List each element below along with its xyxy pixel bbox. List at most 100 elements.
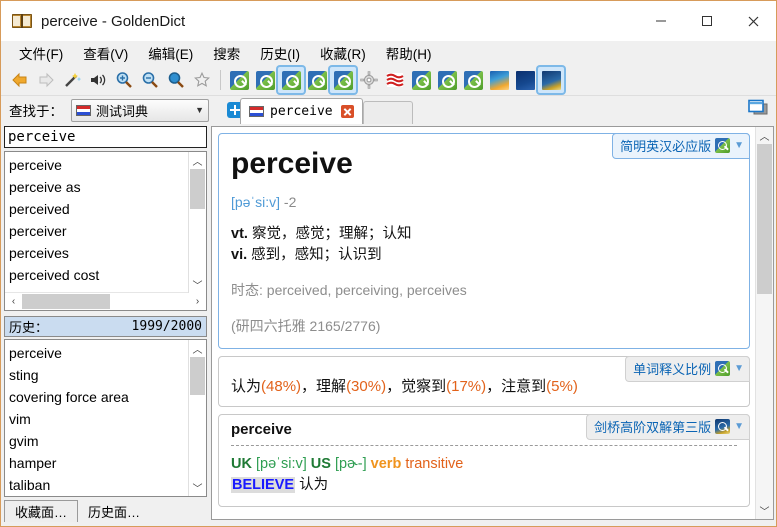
left-panel: perceive perceive perceive as perceived …	[1, 124, 210, 522]
book-cover-icon-1[interactable]	[486, 67, 512, 93]
dictionary-group-icon-7[interactable]	[434, 67, 460, 93]
phonetic-text: [pəˈsi:v]	[231, 193, 281, 210]
scroll-left-icon[interactable]: ‹	[5, 296, 22, 307]
history-scrollbar-vertical[interactable]: ︿ ﹀	[188, 339, 206, 496]
menu-file[interactable]: 文件(F)	[9, 41, 73, 65]
list-item[interactable]: perceived cost	[9, 264, 206, 286]
scrollbar-track[interactable]	[190, 394, 205, 479]
chevron-down-icon[interactable]: ▼	[734, 421, 744, 432]
chevron-down-icon[interactable]: ▼	[734, 140, 744, 151]
list-item[interactable]: covering force area	[9, 386, 206, 408]
maximize-button[interactable]	[684, 1, 730, 41]
scroll-down-icon[interactable]: ﹀	[193, 479, 203, 496]
scrollbar-thumb[interactable]	[190, 356, 205, 395]
word-list-scrollbar-horizontal[interactable]: ‹ ›	[5, 291, 206, 310]
article-scrollbar-vertical[interactable]: ︿ ﹀	[755, 127, 773, 519]
tab-strip: perceive	[240, 96, 413, 124]
list-item[interactable]: perceiver	[9, 220, 206, 242]
dictionary-group-icon-5[interactable]	[330, 67, 356, 93]
dictionary-group-icon-8[interactable]	[460, 67, 486, 93]
list-item[interactable]: taliban	[9, 474, 206, 496]
word-list[interactable]: perceive perceive as perceived perceiver…	[5, 152, 206, 291]
wave-icon[interactable]	[382, 67, 408, 93]
scroll-up-icon[interactable]: ︿	[193, 340, 203, 357]
book-cover-icon-2[interactable]	[512, 67, 538, 93]
tab-close-icon[interactable]	[340, 105, 354, 118]
scroll-right-icon[interactable]: ›	[189, 296, 206, 307]
menu-help[interactable]: 帮助(H)	[376, 41, 442, 65]
dictionary-group-icon-2[interactable]	[252, 67, 278, 93]
dictionary-name-badge[interactable]: 单词释义比例 ▼	[625, 355, 750, 382]
history-panel: perceive sting covering force area vim g…	[4, 338, 207, 497]
zoom-reset-icon[interactable]	[163, 67, 189, 93]
speaker-icon[interactable]	[85, 67, 111, 93]
list-item[interactable]: perceived	[9, 198, 206, 220]
dictionary-group-icon-4[interactable]	[304, 67, 330, 93]
list-item[interactable]: sting	[9, 364, 206, 386]
scroll-up-icon[interactable]: ︿	[193, 152, 203, 169]
scrollbar-thumb[interactable]	[190, 169, 205, 210]
article-content: 简明英汉必应版 ▼ perceive [pəˈsi:v] -2 vt. 察觉，感…	[212, 127, 756, 519]
menu-view[interactable]: 查看(V)	[73, 41, 138, 65]
history-list[interactable]: perceive sting covering force area vim g…	[5, 340, 206, 496]
minimize-button[interactable]	[638, 1, 684, 41]
zoom-in-icon[interactable]	[111, 67, 137, 93]
star-icon[interactable]	[189, 67, 215, 93]
forward-arrow-icon	[33, 67, 59, 93]
word-list-scrollbar-vertical[interactable]: ︿ ﹀	[188, 152, 206, 293]
scroll-up-icon[interactable]: ︿	[756, 127, 773, 144]
close-button[interactable]	[730, 1, 776, 41]
list-item[interactable]: perceive	[9, 154, 206, 176]
magic-wand-icon[interactable]	[59, 67, 85, 93]
tab-history-pane[interactable]: 历史面…	[78, 501, 150, 522]
window-icon[interactable]	[746, 99, 770, 119]
chevron-down-icon: ▼	[195, 105, 204, 115]
tab-favorites-pane[interactable]: 收藏面…	[4, 500, 79, 522]
sense-separator: ，	[486, 377, 502, 395]
list-item[interactable]: perceive as	[9, 176, 206, 198]
scroll-down-icon[interactable]: ﹀	[193, 276, 203, 293]
us-label: US	[310, 455, 331, 472]
scrollbar-track[interactable]	[757, 294, 772, 502]
sense-gloss: 觉察到	[401, 377, 447, 395]
toolbar-separator	[220, 70, 221, 90]
zoom-out-icon[interactable]	[137, 67, 163, 93]
back-arrow-icon[interactable]	[7, 67, 33, 93]
scrollbar-thumb[interactable]	[757, 144, 772, 294]
scrollbar-thumb[interactable]	[22, 293, 110, 309]
dictionary-group-select[interactable]: 测试词典 ▼	[71, 98, 209, 122]
sense-line: BELIEVE 认为	[231, 475, 737, 496]
main-toolbar	[1, 65, 776, 96]
list-item[interactable]: gvim	[9, 430, 206, 452]
menu-favorites[interactable]: 收藏(R)	[310, 41, 376, 65]
dictionary-name-badge[interactable]: 剑桥高阶双解第三版 ▼	[586, 413, 750, 440]
history-title: 历史：	[9, 319, 49, 335]
list-item[interactable]: perceives	[9, 242, 206, 264]
dictionary-group-icon-6[interactable]	[408, 67, 434, 93]
search-input[interactable]: perceive	[4, 126, 207, 149]
tab-strip-filler	[362, 101, 413, 124]
menu-search[interactable]: 搜索	[203, 41, 250, 65]
gear-icon[interactable]	[356, 67, 382, 93]
lookup-row: 查找于： 测试词典 ▼ perceive	[1, 96, 776, 124]
chevron-down-icon[interactable]: ▼	[734, 363, 744, 374]
scrollbar-track[interactable]	[190, 209, 205, 276]
dictionary-name-badge[interactable]: 简明英汉必应版 ▼	[612, 133, 750, 159]
article-pane: 简明英汉必应版 ▼ perceive [pəˈsi:v] -2 vt. 察觉，感…	[211, 126, 774, 520]
dictionary-group-icon-1[interactable]	[226, 67, 252, 93]
article-card-bing: 简明英汉必应版 ▼ perceive [pəˈsi:v] -2 vt. 察觉，感…	[218, 133, 750, 349]
list-item[interactable]: perceive	[9, 342, 206, 364]
scroll-down-icon[interactable]: ﹀	[756, 502, 773, 519]
transitivity: transitive	[405, 455, 464, 472]
list-item[interactable]: vim	[9, 408, 206, 430]
dictionary-name: 单词释义比例	[633, 361, 712, 377]
dictionary-group-icon-3[interactable]	[278, 67, 304, 93]
menu-history[interactable]: 历史(I)	[250, 41, 310, 65]
sense-translation: 认为	[299, 476, 329, 493]
tab-perceive[interactable]: perceive	[240, 98, 363, 124]
menu-edit[interactable]: 编辑(E)	[138, 41, 203, 65]
phonetic: [pəˈsi:v] -2	[231, 194, 737, 210]
us-ipa: [pɚ-]	[334, 455, 367, 472]
book-cover-icon-3[interactable]	[538, 67, 564, 93]
list-item[interactable]: hamper	[9, 452, 206, 474]
